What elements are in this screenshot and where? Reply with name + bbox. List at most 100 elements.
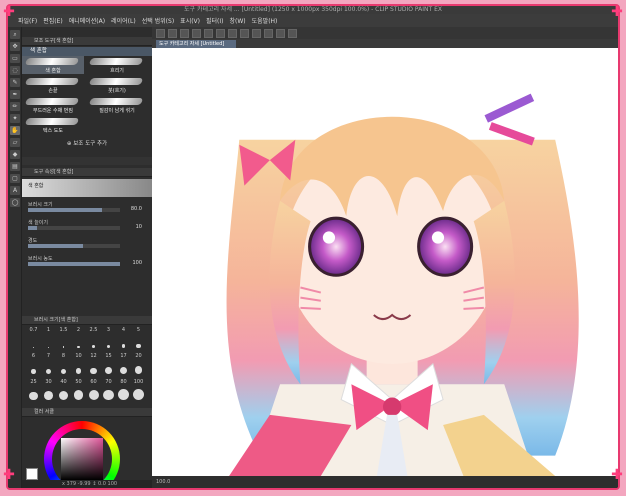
- toolbar-button[interactable]: [228, 28, 237, 38]
- toolbar-button[interactable]: [276, 28, 285, 38]
- brush-size-preset[interactable]: 7: [41, 353, 56, 374]
- brush-size-dot: [29, 391, 38, 400]
- brush-size-preset[interactable]: 2: [71, 327, 86, 348]
- main-color-swatch[interactable]: [26, 468, 38, 480]
- toolbar-button[interactable]: [168, 28, 177, 38]
- tool-property-label: 경도: [28, 238, 38, 244]
- eyedropper-tool-icon[interactable]: ✎: [10, 78, 20, 87]
- brush-size-preset[interactable]: 3: [101, 327, 116, 348]
- tool-property-slider[interactable]: [28, 244, 120, 248]
- panel-footer-icons: [22, 157, 152, 165]
- blend-tool-icon[interactable]: ✋: [10, 126, 20, 135]
- toolbar-button[interactable]: [264, 28, 273, 38]
- balloon-tool-icon[interactable]: ◯: [10, 198, 20, 207]
- menu-item[interactable]: 선택 범위(S): [142, 16, 174, 25]
- brush-stroke-preview: [24, 58, 80, 65]
- brush-size-dot: [60, 368, 67, 374]
- pencil-tool-icon[interactable]: ✏: [10, 102, 20, 111]
- lasso-tool-icon[interactable]: ◌: [10, 66, 20, 75]
- subtool-brush[interactable]: 텍스 도도: [22, 116, 84, 134]
- brush-size-preset[interactable]: 15: [101, 353, 116, 374]
- pen-tool-icon[interactable]: ✒: [10, 90, 20, 99]
- brush-size-dot: [134, 366, 143, 374]
- brush-size-dot: [119, 366, 128, 374]
- subtool-brush[interactable]: 질감이 남게 섞기: [86, 96, 148, 114]
- brush-size-preset[interactable]: 1: [41, 327, 56, 348]
- figure-tool-icon[interactable]: ▢: [10, 174, 20, 183]
- zoom-tool-icon[interactable]: ⌕: [10, 30, 20, 39]
- menu-item[interactable]: 레이어(L): [111, 16, 136, 25]
- drawing-canvas[interactable]: [152, 48, 618, 476]
- brush-size-value: 1.5: [59, 327, 68, 333]
- brush-size-preset[interactable]: 25: [26, 379, 41, 400]
- brush-size-preset[interactable]: 100: [131, 379, 146, 400]
- brush-tool-icon[interactable]: ✦: [10, 114, 20, 123]
- toolbar-button[interactable]: [252, 28, 261, 38]
- document-tab[interactable]: 도구 카테고리 자세 [Untitled]: [156, 40, 236, 48]
- brush-size-preset[interactable]: 60: [86, 379, 101, 400]
- subtool-brush[interactable]: 손끝: [22, 76, 84, 94]
- brush-size-preset[interactable]: 40: [56, 379, 71, 400]
- brush-stroke-preview: [88, 58, 144, 65]
- menu-item[interactable]: 표시(V): [180, 16, 200, 25]
- tool-strip: ⌕ ✥ ▭ ◌ ✎ ✒ ✏ ✦ ✋ ▱ ◆ ▤ ▢ A ◯: [8, 27, 22, 488]
- tool-property-value[interactable]: 80.0: [131, 206, 142, 212]
- brush-size-preset[interactable]: 8: [56, 353, 71, 374]
- brush-size-preset[interactable]: 0.7: [26, 327, 41, 348]
- toolbar-button[interactable]: [240, 28, 249, 38]
- toolbar-button[interactable]: [192, 28, 201, 38]
- brush-size-preset[interactable]: 30: [41, 379, 56, 400]
- subtool-group-tab[interactable]: 색 혼합: [22, 47, 152, 56]
- select-tool-icon[interactable]: ▭: [10, 54, 20, 63]
- slider-fill: [28, 208, 102, 212]
- subtool-brush[interactable]: 붓(흐기): [86, 76, 148, 94]
- fill-tool-icon[interactable]: ◆: [10, 150, 20, 159]
- brush-size-preset[interactable]: 2.5: [86, 327, 101, 348]
- subtool-brush-label: 질감이 남게 섞기: [99, 108, 135, 114]
- brush-size-dot: [77, 345, 80, 348]
- brush-size-preset[interactable]: 6: [26, 353, 41, 374]
- brush-size-preset[interactable]: 4: [116, 327, 131, 348]
- tool-property-value[interactable]: 10: [136, 224, 142, 230]
- brush-size-preset[interactable]: 20: [131, 353, 146, 374]
- brush-size-value: 8: [61, 353, 66, 359]
- brush-size-preset[interactable]: 1.5: [56, 327, 71, 348]
- subtool-brush[interactable]: 부드러운 수채 번짐: [22, 96, 84, 114]
- toolbar-button[interactable]: [204, 28, 213, 38]
- menu-item[interactable]: 필터(I): [206, 16, 224, 25]
- brush-size-preset[interactable]: 17: [116, 353, 131, 374]
- saturation-value-square[interactable]: [61, 438, 103, 480]
- subtool-list: 색 혼합 흐리기 손끝 붓(흐기) 부드러운 수채 번짐 질감이 남게 섞기텍스 도도: [22, 56, 152, 136]
- brush-size-dot: [90, 367, 97, 374]
- brush-size-preset[interactable]: 70: [101, 379, 116, 400]
- tool-property-slider[interactable]: [28, 208, 120, 212]
- toolbar-button[interactable]: [156, 28, 165, 38]
- sparkle-corner-icon: [610, 5, 624, 19]
- tool-property-slider[interactable]: [28, 226, 120, 230]
- brush-size-preset[interactable]: 50: [71, 379, 86, 400]
- tool-property-value[interactable]: 100: [132, 260, 142, 266]
- text-tool-icon[interactable]: A: [10, 186, 20, 195]
- add-subtool-button[interactable]: ⊕ 보조 도구 추가: [22, 138, 152, 150]
- gradient-tool-icon[interactable]: ▤: [10, 162, 20, 171]
- document-tab-bar: 도구 카테고리 자세 [Untitled]: [152, 39, 618, 48]
- subtool-brush[interactable]: 흐리기: [86, 56, 148, 74]
- toolbar-button[interactable]: [288, 28, 297, 38]
- brush-size-preset[interactable]: 12: [86, 353, 101, 374]
- move-tool-icon[interactable]: ✥: [10, 42, 20, 51]
- menu-item[interactable]: 애니메이션(A): [69, 16, 105, 25]
- brush-size-preset[interactable]: 10: [71, 353, 86, 374]
- toolbar-button[interactable]: [216, 28, 225, 38]
- brush-size-preset[interactable]: 5: [131, 327, 146, 348]
- brush-size-preset[interactable]: 80: [116, 379, 131, 400]
- tool-property-slider[interactable]: [28, 262, 120, 266]
- menu-item[interactable]: 창(W): [230, 16, 246, 25]
- menu-item[interactable]: 도움말(H): [252, 16, 278, 25]
- menu-item[interactable]: 파일(F): [18, 16, 37, 25]
- subtool-brush[interactable]: 색 혼합: [22, 56, 84, 74]
- zoom-value[interactable]: 100.0: [156, 479, 170, 485]
- eraser-tool-icon[interactable]: ▱: [10, 138, 20, 147]
- toolbar-button[interactable]: [180, 28, 189, 38]
- menu-item[interactable]: 편집(E): [43, 16, 63, 25]
- character-illustration: [226, 93, 579, 476]
